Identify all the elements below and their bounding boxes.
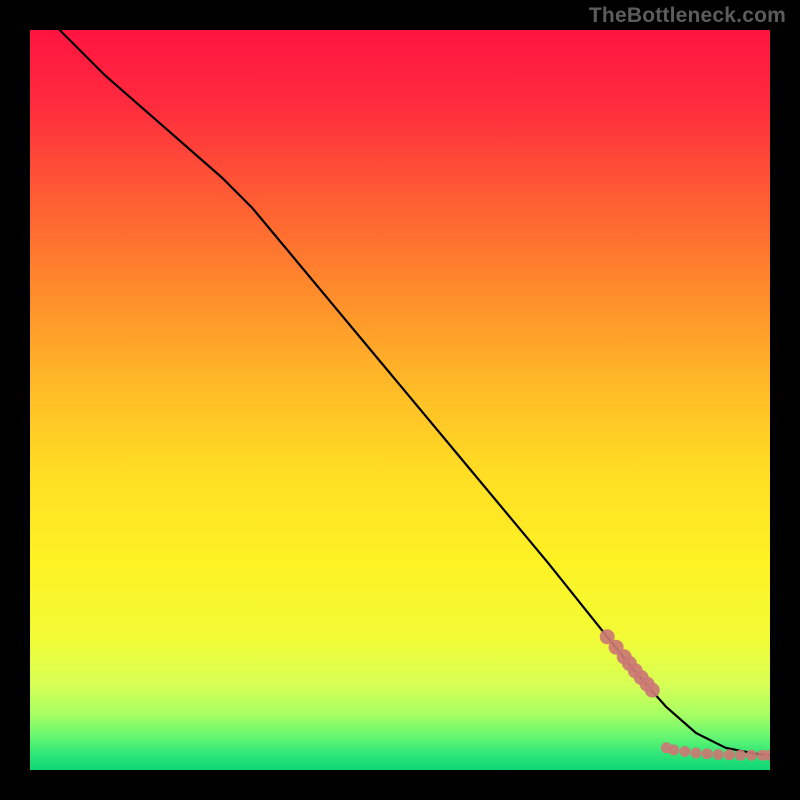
scatter-point [668, 745, 679, 756]
chart-area [30, 30, 770, 770]
chart-svg [30, 30, 770, 770]
scatter-point [746, 750, 757, 761]
scatter-point [735, 750, 746, 761]
watermark-text: TheBottleneck.com [589, 4, 786, 28]
scatter-point [691, 748, 702, 759]
scatter-point [679, 746, 690, 757]
scatter-point [645, 683, 660, 698]
gradient-background [30, 30, 770, 770]
scatter-point [702, 748, 713, 759]
scatter-point [713, 749, 724, 760]
scatter-point [724, 749, 735, 760]
